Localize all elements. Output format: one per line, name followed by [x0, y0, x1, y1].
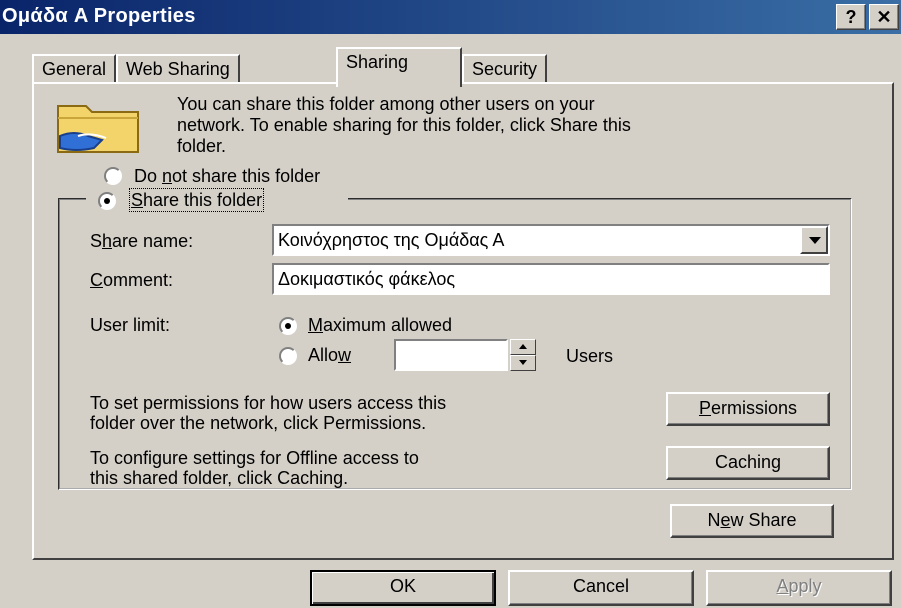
maximum-allowed-radio[interactable]	[279, 317, 297, 335]
users-spinner[interactable]	[510, 339, 536, 371]
caching-text-2: this shared folder, click Caching.	[90, 468, 349, 488]
share-this-folder-label[interactable]: Share this folder	[128, 188, 265, 212]
new-share-button[interactable]: New Share	[670, 504, 834, 538]
shared-folder-icon	[57, 105, 139, 153]
caching-button[interactable]: Caching	[666, 446, 830, 480]
allow-users-label[interactable]: Allow	[308, 345, 351, 365]
intro-line-3: folder.	[177, 136, 227, 156]
share-this-folder-radio[interactable]	[98, 192, 116, 210]
intro-line-1: You can share this folder among other us…	[177, 94, 595, 114]
share-name-label: Share name:	[90, 231, 194, 251]
spinner-down-icon[interactable]	[510, 355, 536, 371]
permissions-text-1: To set permissions for how users access …	[90, 393, 447, 413]
chevron-down-icon[interactable]	[800, 226, 828, 254]
cancel-button[interactable]: Cancel	[508, 570, 694, 606]
user-limit-label: User limit:	[90, 315, 170, 335]
do-not-share-radio[interactable]	[104, 167, 122, 185]
permissions-button[interactable]: Permissions	[666, 392, 830, 426]
tab-general[interactable]: General	[32, 54, 117, 84]
comment-value: Δοκιμαστικός φάκελος	[278, 269, 456, 289]
window-title: Ομάδα A Properties	[2, 5, 196, 27]
tab-web-sharing[interactable]: Web Sharing	[116, 54, 240, 84]
apply-button[interactable]: Apply	[706, 570, 892, 606]
tab-security[interactable]: Security	[462, 54, 548, 84]
do-not-share-label[interactable]: Do not share this folder	[134, 166, 320, 186]
comment-label: Comment:	[90, 270, 174, 290]
share-name-value: Κοινόχρηστος της Ομάδας Α	[278, 230, 505, 250]
intro-line-2: network. To enable sharing for this fold…	[177, 115, 631, 135]
comment-input[interactable]: Δοκιμαστικός φάκελος	[272, 263, 830, 295]
allow-users-radio[interactable]	[279, 347, 297, 365]
allow-users-input[interactable]	[394, 339, 508, 371]
permissions-text-2: folder over the network, click Permissio…	[90, 413, 427, 433]
users-label: Users	[566, 346, 614, 366]
close-button[interactable]: ✕	[869, 4, 899, 30]
title-bar[interactable]: Ομάδα A Properties ? ✕	[0, 0, 901, 34]
maximum-allowed-label[interactable]: Maximum allowed	[308, 315, 452, 335]
properties-dialog: Ομάδα A Properties ? ✕ General Web Shari…	[0, 0, 901, 608]
tab-sharing[interactable]: Sharing	[336, 47, 462, 87]
share-name-combobox[interactable]: Κοινόχρηστος της Ομάδας Α	[272, 224, 830, 256]
caching-text-1: To configure settings for Offline access…	[90, 448, 419, 468]
help-button[interactable]: ?	[836, 4, 866, 30]
spinner-up-icon[interactable]	[510, 339, 536, 355]
ok-button[interactable]: OK	[310, 570, 496, 606]
